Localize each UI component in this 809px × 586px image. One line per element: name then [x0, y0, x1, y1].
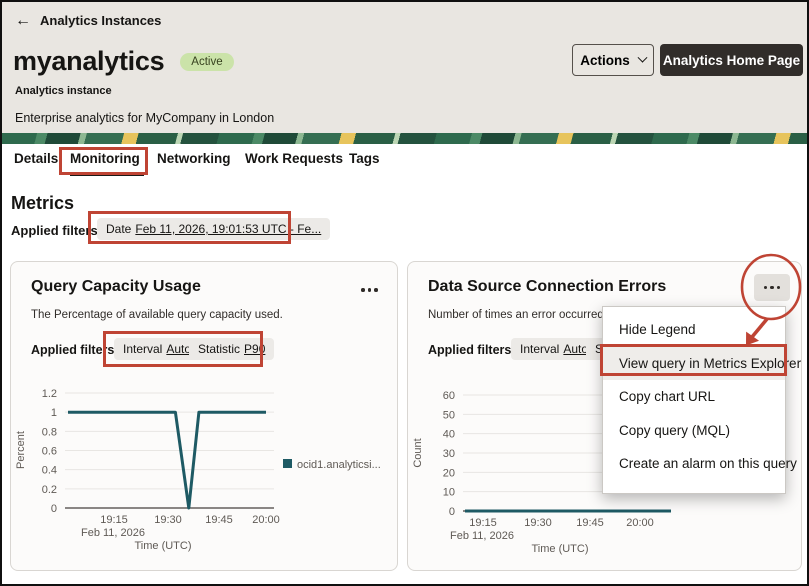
page-title: myanalytics	[13, 46, 164, 77]
svg-text:30: 30	[443, 448, 455, 460]
page-header: ← Analytics Instances myanalytics Active…	[2, 2, 807, 133]
filter-chip-label: Interval	[123, 342, 162, 356]
tab-networking[interactable]: Networking	[157, 151, 231, 166]
filter-chip-label: Statistic	[198, 342, 240, 356]
card-description: The Percentage of available query capaci…	[31, 309, 283, 321]
filter-chip-value[interactable]: Auto	[166, 342, 191, 356]
svg-text:50: 50	[443, 409, 455, 421]
svg-text:0: 0	[449, 506, 455, 518]
date-filter-value[interactable]: Feb 11, 2026, 19:01:53 UTC - Fe...	[135, 222, 321, 236]
applied-filters-label: Applied filters	[11, 223, 98, 238]
menu-item-create-an-alarm-on-this-query[interactable]: Create an alarm on this query	[603, 447, 785, 481]
svg-text:1: 1	[51, 407, 57, 419]
svg-text:60: 60	[443, 390, 455, 402]
svg-text:1.2: 1.2	[42, 388, 57, 400]
svg-text:0.8: 0.8	[42, 426, 57, 438]
svg-text:ocid1.analyticsi...: ocid1.analyticsi...	[297, 459, 381, 471]
svg-text:Time (UTC): Time (UTC)	[134, 540, 191, 552]
menu-item-copy-chart-url[interactable]: Copy chart URL	[603, 380, 785, 414]
svg-text:Time (UTC): Time (UTC)	[531, 543, 588, 555]
resource-type-label: Analytics instance	[15, 85, 112, 97]
status-badge: Active	[180, 53, 233, 71]
svg-text:Percent: Percent	[15, 431, 27, 469]
tab-tags[interactable]: Tags	[349, 151, 380, 166]
date-filter-prefix: Date	[106, 222, 131, 236]
svg-text:Feb 11, 2026: Feb 11, 2026	[450, 530, 514, 542]
ellipsis-menu-icon[interactable]	[361, 288, 378, 292]
analytics-home-page-button[interactable]: Analytics Home Page	[660, 44, 803, 76]
menu-item-copy-query-mql[interactable]: Copy query (MQL)	[603, 414, 785, 448]
svg-text:0: 0	[51, 503, 57, 515]
svg-text:Count: Count	[412, 438, 424, 467]
date-filter-chip[interactable]: Date Feb 11, 2026, 19:01:53 UTC - Fe...	[97, 218, 330, 240]
back-arrow-icon[interactable]: ←	[15, 14, 31, 28]
svg-text:40: 40	[443, 429, 455, 441]
card-applied-filters-label: Applied filters	[31, 343, 114, 357]
svg-text:20:00: 20:00	[252, 514, 280, 526]
breadcrumb[interactable]: ← Analytics Instances	[15, 13, 161, 28]
query-capacity-usage-chart: 0 0.2 0.4 0.6 0.8 1 1.2 19:15 19:30 19:45 20:00 Feb…	[11, 382, 399, 572]
tab-monitoring[interactable]: Monitoring	[70, 151, 140, 166]
query-capacity-usage-card: Query Capacity Usage The Percentage of a…	[10, 261, 398, 571]
tab-bar: Details Monitoring Networking Work Requests…	[2, 144, 807, 178]
menu-item-hide-legend[interactable]: Hide Legend	[603, 313, 785, 347]
card-applied-filters-label: Applied filters	[428, 343, 511, 357]
card-title: Query Capacity Usage	[31, 278, 201, 296]
tab-details[interactable]: Details	[14, 151, 58, 166]
svg-text:10: 10	[443, 487, 455, 499]
svg-text:0.6: 0.6	[42, 446, 57, 458]
filter-chip-statistic[interactable]: Statistic P90	[189, 338, 274, 360]
filter-chip-value[interactable]: Auto	[563, 342, 588, 356]
filter-chip-value[interactable]: P90	[244, 342, 265, 356]
ellipsis-menu-icon	[764, 286, 781, 290]
filter-chip-label: Interval	[520, 342, 559, 356]
ellipsis-menu-button[interactable]	[754, 274, 790, 301]
actions-button-label: Actions	[580, 53, 630, 68]
svg-text:Feb 11, 2026: Feb 11, 2026	[81, 527, 145, 539]
svg-text:19:15: 19:15	[469, 517, 497, 529]
resource-description: Enterprise analytics for MyCompany in Lo…	[15, 111, 274, 125]
tab-work-requests[interactable]: Work Requests	[245, 151, 343, 166]
svg-text:0.2: 0.2	[42, 484, 57, 496]
svg-text:19:45: 19:45	[205, 514, 233, 526]
filter-chip-interval[interactable]: Interval Auto	[114, 338, 200, 360]
svg-text:19:15: 19:15	[100, 514, 128, 526]
actions-button[interactable]: Actions	[572, 44, 654, 76]
chevron-down-icon	[637, 52, 647, 62]
svg-text:20: 20	[443, 467, 455, 479]
card-title: Data Source Connection Errors	[428, 278, 666, 296]
metrics-heading: Metrics	[11, 193, 74, 214]
app-window: ← Analytics Instances myanalytics Active…	[0, 0, 809, 586]
svg-text:19:30: 19:30	[154, 514, 182, 526]
svg-text:19:45: 19:45	[576, 517, 604, 529]
svg-text:0.4: 0.4	[42, 465, 57, 477]
chart-context-menu: Hide LegendView query in Metrics Explore…	[602, 306, 786, 494]
decorative-banner-pattern	[2, 133, 807, 144]
svg-text:20:00: 20:00	[626, 517, 654, 529]
breadcrumb-label[interactable]: Analytics Instances	[40, 13, 161, 28]
filter-chip-interval[interactable]: Interval Auto	[511, 338, 597, 360]
menu-item-view-query-in-metrics-explorer[interactable]: View query in Metrics Explorer	[603, 347, 785, 381]
svg-text:19:30: 19:30	[524, 517, 552, 529]
